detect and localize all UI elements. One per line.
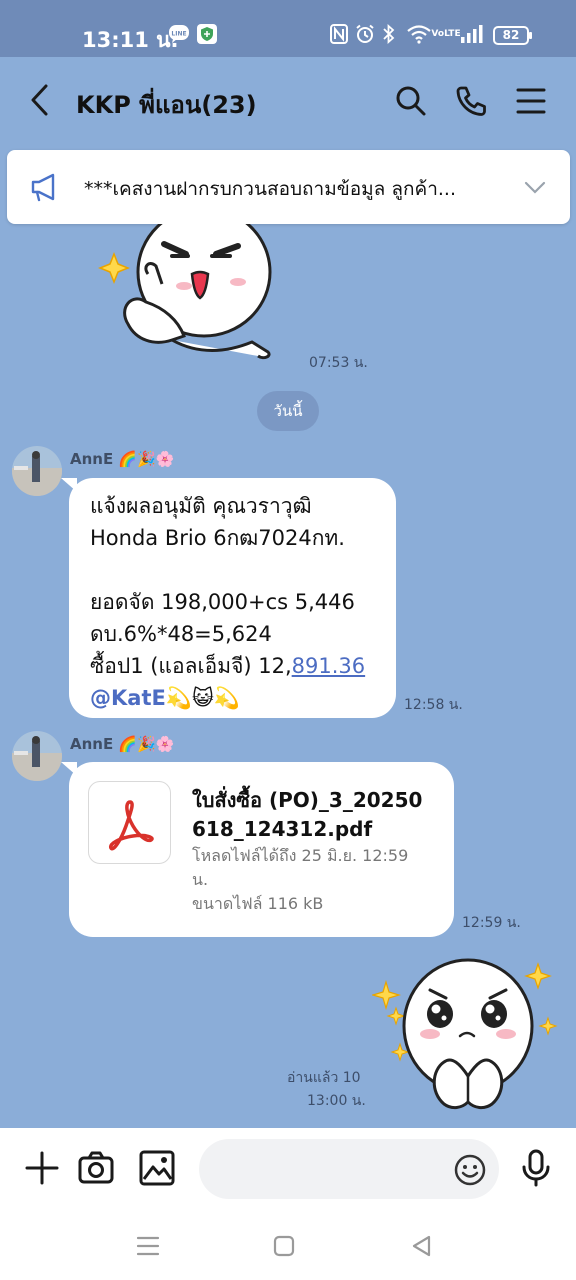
- chat-title[interactable]: KKP พี่แอน(23): [76, 85, 257, 124]
- message-time: 13:00 น.: [307, 1093, 366, 1109]
- message-composer: [0, 1128, 576, 1210]
- search-icon[interactable]: [391, 81, 431, 121]
- message-line: ซื้อป1 (แอลเอ็มจี) 12,: [90, 654, 292, 678]
- camera-icon[interactable]: [76, 1148, 116, 1188]
- chat-header: KKP พี่แอน(23): [0, 57, 576, 145]
- sticker-thumbs-up[interactable]: [88, 206, 288, 364]
- pdf-file-icon: [88, 781, 171, 864]
- menu-icon[interactable]: [511, 81, 551, 121]
- message-input[interactable]: [199, 1139, 499, 1199]
- emoji-icon[interactable]: [453, 1153, 487, 1187]
- system-nav-bar: [0, 1210, 576, 1280]
- announcement-text: ***เคสงานฝากรบกวนสอบถามข้อมูล ลูกค้า...: [84, 178, 456, 200]
- sticker-pleading[interactable]: [370, 952, 562, 1117]
- file-name-line: ใบสั่งซื้อ (PO)_3_20250: [192, 788, 423, 812]
- message-time: 12:58 น.: [404, 697, 463, 713]
- home-icon[interactable]: [270, 1232, 298, 1260]
- svg-text:LINE: LINE: [171, 31, 186, 38]
- message-text: แจ้งผลอนุมัติ คุณวราวุฒิ Honda Brio 6กฒ7…: [90, 490, 365, 714]
- file-name-line: 618_124312.pdf: [192, 817, 373, 841]
- emoji-text: 💫😺💫: [165, 686, 241, 710]
- download-deadline-suffix: น.: [192, 870, 209, 889]
- announcement-banner[interactable]: ***เคสงานฝากรบกวนสอบถามข้อมูล ลูกค้า...: [7, 150, 570, 224]
- plus-icon[interactable]: [22, 1148, 62, 1188]
- message-line: Honda Brio 6กฒ7024กท.: [90, 526, 345, 550]
- sender-name: AnnE 🌈🎉🌸: [70, 450, 175, 468]
- chevron-down-icon[interactable]: [522, 174, 548, 200]
- volte-label: VoLTE: [431, 28, 461, 39]
- date-separator: วันนี้: [257, 391, 319, 431]
- download-deadline: โหลดไฟล์ได้ถึง 25 มิ.ย. 12:59: [192, 846, 409, 865]
- shield-app-icon: [196, 22, 218, 46]
- bluetooth-icon: [380, 22, 398, 46]
- megaphone-icon: [29, 172, 61, 202]
- message-time: 12:59 น.: [462, 915, 521, 931]
- avatar[interactable]: [12, 446, 62, 496]
- status-time: 13:11 น.: [82, 28, 179, 52]
- nfc-icon: [330, 22, 348, 46]
- sender-name: AnnE 🌈🎉🌸: [70, 735, 175, 753]
- line-icon: LINE: [168, 22, 190, 46]
- file-name[interactable]: ใบสั่งซื้อ (PO)_3_20250 618_124312.pdf: [192, 786, 422, 844]
- alarm-icon: [355, 22, 375, 46]
- message-line: แจ้งผลอนุมัติ คุณวราวุฒิ: [90, 494, 312, 518]
- wifi-icon: [406, 22, 432, 46]
- recent-apps-icon[interactable]: [134, 1232, 162, 1260]
- mention-link[interactable]: @KatE: [90, 686, 166, 710]
- read-receipt: อ่านแล้ว 10: [287, 1070, 361, 1086]
- battery-icon: 82: [493, 26, 532, 45]
- avatar[interactable]: [12, 731, 62, 781]
- back-arrow-icon[interactable]: [26, 82, 56, 118]
- message-line: ยอดจัด 198,000+cs 5,446: [90, 590, 355, 614]
- phone-number-link[interactable]: 891.36: [292, 654, 365, 678]
- status-bar: 13:11 น. LINE VoLTE 82: [0, 0, 576, 57]
- back-nav-icon[interactable]: [408, 1232, 436, 1260]
- signal-icon: [460, 22, 484, 46]
- gallery-icon[interactable]: [137, 1148, 177, 1188]
- microphone-icon[interactable]: [516, 1148, 556, 1188]
- file-size: ขนาดไฟล์ 116 kB: [192, 894, 324, 913]
- message-time: 07:53 น.: [309, 355, 368, 371]
- phone-icon[interactable]: [451, 81, 491, 121]
- message-line: ดบ.6%*48=5,624: [90, 622, 272, 646]
